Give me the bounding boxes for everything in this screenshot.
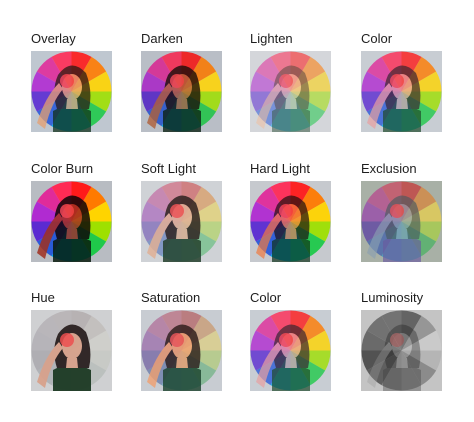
blend-thumbnail-image — [250, 310, 331, 391]
blend-thumbnail-image — [31, 51, 112, 132]
tile-thumbnail — [141, 181, 222, 262]
tile-thumbnail — [141, 310, 222, 391]
blend-thumbnail-image — [361, 181, 442, 262]
blend-thumbnail-image — [361, 51, 442, 132]
blend-thumbnail-image — [250, 181, 331, 262]
tile-label: Color Burn — [31, 161, 94, 176]
tile-thumbnail — [141, 51, 222, 132]
tile-label: Overlay — [31, 31, 76, 46]
tile-label: Exclusion — [361, 161, 417, 176]
tile-label: Lighten — [250, 31, 293, 46]
blend-thumbnail-image — [141, 51, 222, 132]
tile-thumbnail — [361, 51, 442, 132]
tile-thumbnail — [250, 310, 331, 391]
tile-label: Soft Light — [141, 161, 196, 176]
blend-thumbnail-image — [361, 310, 442, 391]
tile-thumbnail — [361, 181, 442, 262]
blend-thumbnail-image — [250, 51, 331, 132]
blend-thumbnail-image — [141, 181, 222, 262]
tile-thumbnail — [250, 51, 331, 132]
tile-thumbnail — [31, 310, 112, 391]
blend-thumbnail-image — [31, 310, 112, 391]
tile-label: Hard Light — [250, 161, 310, 176]
blend-thumbnail-image — [31, 181, 112, 262]
tile-label: Hue — [31, 290, 55, 305]
tile-label: Darken — [141, 31, 183, 46]
tile-label: Color — [250, 290, 282, 305]
tile-thumbnail — [31, 181, 112, 262]
tile-thumbnail — [31, 51, 112, 132]
blend-mode-grid: Overlay Darken Lighten Color Color Burn … — [0, 0, 474, 422]
tile-label: Color — [361, 31, 393, 46]
tile-label: Saturation — [141, 290, 201, 305]
tile-thumbnail — [250, 181, 331, 262]
tile-label: Luminosity — [361, 290, 424, 305]
blend-thumbnail-image — [141, 310, 222, 391]
tile-thumbnail — [361, 310, 442, 391]
